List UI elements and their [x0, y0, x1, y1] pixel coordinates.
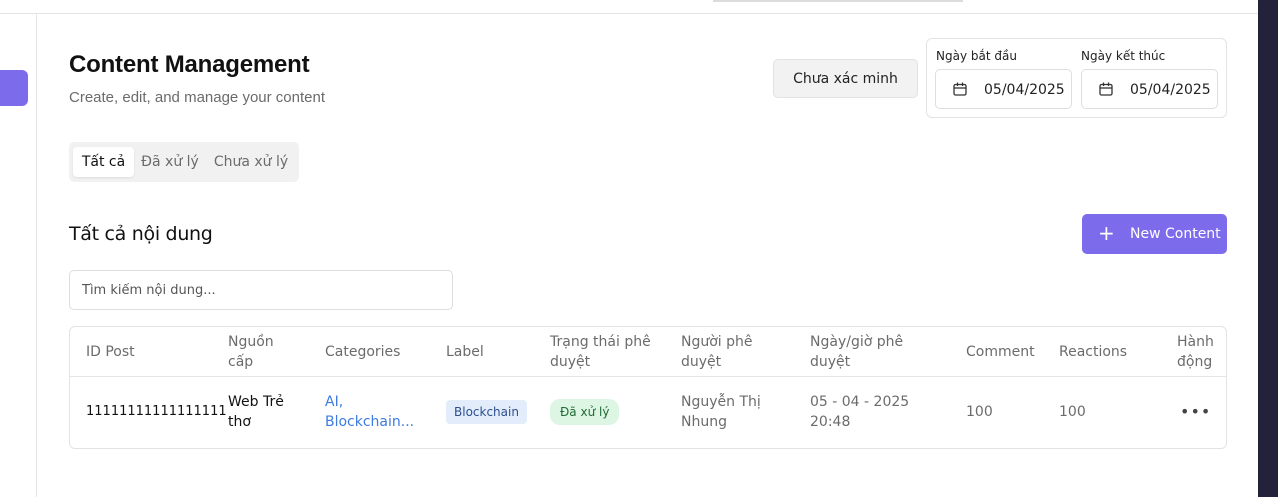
plus-icon: + — [1098, 221, 1115, 245]
start-date-value: 05/04/2025 — [984, 82, 1065, 98]
header-divider — [70, 376, 1226, 377]
end-date-label: Ngày kết thúc — [1081, 49, 1166, 63]
date-range-panel: Ngày bắt đầu 05/04/2025 Ngày kết thúc 05… — [926, 38, 1227, 118]
column-header-comment: Comment — [966, 344, 1035, 360]
cell-approved-at: 05 - 04 - 2025 20:48 — [810, 394, 910, 430]
tab-unprocessed[interactable]: Chưa xử lý — [209, 147, 293, 177]
cell-status: Đã xử lý — [550, 385, 650, 439]
unverified-filter-button[interactable]: Chưa xác minh — [773, 59, 918, 98]
column-header-approval-status: Trạng thái phê duyệt — [550, 334, 651, 370]
cell-id-post: 11111111111111111 — [86, 404, 227, 419]
row-actions-button[interactable]: ••• — [1180, 385, 1210, 439]
label-badge: Blockchain — [446, 400, 527, 424]
column-header-categories: Categories — [325, 344, 401, 360]
cell-approver: Nguyễn Thị Nhung — [681, 394, 761, 430]
column-header-source: Nguồn cấp — [228, 334, 274, 370]
column-header-approved-at: Ngày/giờ phê duyệt — [810, 334, 904, 370]
cell-label: Blockchain — [446, 385, 536, 439]
column-header-id-post: ID Post — [86, 344, 135, 360]
top-search-field[interactable] — [713, 0, 963, 2]
start-date-picker[interactable]: 05/04/2025 — [935, 69, 1072, 109]
sidebar-active-item[interactable] — [0, 70, 28, 106]
start-date-label: Ngày bắt đầu — [936, 49, 1017, 63]
content-table: ID Post Nguồn cấp Categories Label Trạng… — [69, 326, 1227, 449]
column-header-reactions: Reactions — [1059, 344, 1128, 360]
section-title: Tất cả nội dung — [69, 223, 213, 245]
page-title: Content Management — [69, 51, 310, 78]
cell-source: Web Trẻ thơ — [228, 394, 284, 430]
calendar-icon — [1099, 82, 1113, 96]
cell-comment: 100 — [966, 404, 993, 420]
more-horizontal-icon: ••• — [1180, 402, 1212, 421]
window-frame-right — [1258, 0, 1278, 497]
column-header-label: Label — [446, 344, 484, 360]
sidebar — [0, 14, 37, 497]
cell-categories[interactable]: AI, Blockchain... — [325, 385, 414, 439]
status-tabs: Tất cả Đã xử lý Chưa xử lý — [69, 142, 299, 182]
search-input[interactable] — [69, 270, 453, 310]
end-date-value: 05/04/2025 — [1130, 82, 1211, 98]
tab-all[interactable]: Tất cả — [73, 147, 134, 177]
status-badge: Đã xử lý — [550, 399, 620, 425]
end-date-picker[interactable]: 05/04/2025 — [1081, 69, 1218, 109]
column-header-actions: Hành động — [1177, 334, 1214, 370]
page-subtitle: Create, edit, and manage your content — [69, 89, 325, 106]
cell-reactions: 100 — [1059, 404, 1086, 420]
new-content-label: New Content — [1130, 226, 1221, 242]
top-bar — [0, 0, 1258, 14]
tab-processed[interactable]: Đã xử lý — [136, 147, 204, 177]
calendar-icon — [953, 82, 967, 96]
new-content-button[interactable]: + New Content — [1082, 214, 1227, 254]
column-header-approver: Người phê duyệt — [681, 334, 753, 370]
